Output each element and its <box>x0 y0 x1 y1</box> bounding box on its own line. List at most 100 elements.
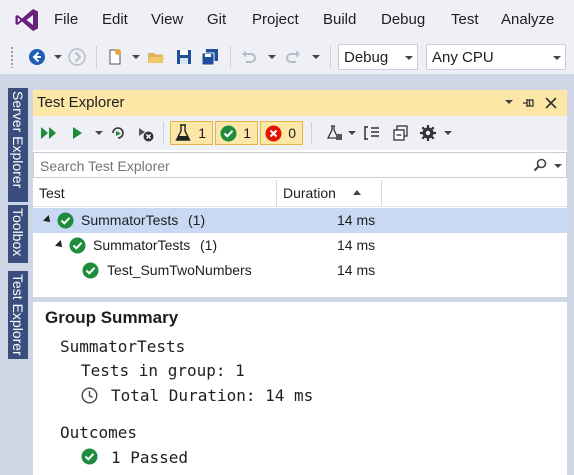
group-summary-pane: Group Summary SummatorTests Tests in gro… <box>33 302 567 475</box>
failed-tests-count: 0 <box>288 125 296 141</box>
expand-collapse-icon[interactable] <box>43 215 53 225</box>
total-tests-count: 1 <box>198 125 206 141</box>
tab-server-explorer[interactable]: Server Explorer <box>8 88 28 202</box>
undo-dropdown-icon[interactable] <box>268 55 276 59</box>
search-box[interactable] <box>33 152 567 178</box>
search-input[interactable] <box>38 155 522 177</box>
close-icon[interactable] <box>544 96 558 110</box>
column-header-test[interactable]: Test <box>33 180 277 206</box>
forward-icon[interactable] <box>68 48 86 66</box>
search-icon[interactable] <box>533 158 547 172</box>
repeat-last-run-icon[interactable] <box>109 124 127 142</box>
menu-file[interactable]: File <box>54 11 78 28</box>
tests-in-group: Tests in group: 1 <box>81 361 245 380</box>
toolbar-separator <box>163 122 164 144</box>
menu-debug[interactable]: Debug <box>381 11 425 28</box>
playlist-icon[interactable] <box>325 124 343 142</box>
chevron-down-icon <box>553 56 561 60</box>
playlist-dropdown-icon[interactable] <box>348 131 356 135</box>
sort-ascending-icon <box>353 190 361 195</box>
test-name: SummatorTests <box>93 237 191 253</box>
flask-icon <box>175 124 191 141</box>
pin-icon[interactable] <box>522 96 536 110</box>
toolbar-grip[interactable] <box>10 46 14 68</box>
run-dropdown-icon[interactable] <box>95 131 103 135</box>
tab-test-explorer[interactable]: Test Explorer <box>8 271 28 359</box>
toolbar-separator <box>330 46 331 68</box>
test-name: Test_SumTwoNumbers <box>107 262 252 278</box>
redo-dropdown-icon[interactable] <box>312 55 320 59</box>
passed-icon <box>57 212 74 229</box>
menu-bar: File Edit View Git Project Build Debug T… <box>0 0 574 40</box>
window-position-icon[interactable] <box>505 100 513 104</box>
new-item-dropdown-icon[interactable] <box>132 55 140 59</box>
side-tool-tabs: Server Explorer Toolbox Test Explorer <box>0 74 33 475</box>
menu-analyze[interactable]: Analyze <box>501 11 554 28</box>
column-headers: Test Duration <box>33 180 567 207</box>
back-dropdown-icon[interactable] <box>54 55 62 59</box>
tab-toolbox[interactable]: Toolbox <box>8 205 28 263</box>
menu-view[interactable]: View <box>151 11 183 28</box>
chevron-down-icon <box>405 56 413 60</box>
test-count: (1) <box>200 237 218 253</box>
menu-project[interactable]: Project <box>252 11 299 28</box>
test-tree-row[interactable]: Test_SumTwoNumbers 14 ms <box>33 258 567 283</box>
run-test-icon[interactable] <box>71 125 85 141</box>
solution-configuration-select[interactable]: Debug <box>338 44 418 70</box>
test-explorer-toolbar: 1 1 0 <box>33 116 567 150</box>
passed-icon <box>81 448 98 465</box>
column-header-duration-label: Duration <box>283 185 336 201</box>
test-duration: 14 ms <box>337 237 376 253</box>
settings-dropdown-icon[interactable] <box>444 131 452 135</box>
column-header-duration[interactable]: Duration <box>277 180 382 206</box>
passed-tests-count: 1 <box>243 125 251 141</box>
main-toolbar: Debug Any CPU <box>0 40 574 74</box>
passed-outcome: 1 Passed <box>111 448 189 467</box>
open-folder-icon[interactable] <box>147 48 165 66</box>
passed-tests-button[interactable]: 1 <box>215 121 258 145</box>
test-tree-row[interactable]: SummatorTests (1) 14 ms <box>33 208 567 233</box>
test-tree-row[interactable]: SummatorTests (1) 14 ms <box>33 233 567 258</box>
menu-edit[interactable]: Edit <box>102 11 128 28</box>
test-explorer-panel: Test Explorer 1 1 0 Search Test Explorer… <box>33 90 567 475</box>
group-summary-heading: Group Summary <box>45 308 179 327</box>
test-count: (1) <box>188 212 206 228</box>
panel-title-bar: Test Explorer <box>33 90 567 116</box>
menu-git[interactable]: Git <box>207 11 226 28</box>
passed-icon <box>82 262 99 279</box>
search-options-dropdown-icon[interactable] <box>554 164 562 168</box>
back-icon[interactable] <box>28 48 46 66</box>
total-duration: Total Duration: 14 ms <box>111 386 314 405</box>
collapse-all-icon[interactable] <box>392 124 410 142</box>
total-tests-button[interactable]: 1 <box>170 121 213 145</box>
visual-studio-logo-icon[interactable] <box>14 7 40 33</box>
save-icon[interactable] <box>175 48 193 66</box>
toolbar-separator <box>311 122 312 144</box>
new-item-icon[interactable] <box>106 48 124 66</box>
solution-platform-value: Any CPU <box>432 49 494 66</box>
cancel-run-icon[interactable] <box>137 125 155 143</box>
run-all-tests-icon[interactable] <box>39 125 59 141</box>
redo-icon[interactable] <box>284 48 302 66</box>
group-name: SummatorTests <box>60 337 186 356</box>
toolbar-separator <box>230 46 231 68</box>
undo-icon[interactable] <box>240 48 258 66</box>
passed-icon <box>69 237 86 254</box>
column-header-test-label: Test <box>39 185 65 201</box>
clock-icon <box>81 387 98 404</box>
panel-title: Test Explorer <box>37 94 125 111</box>
menu-test[interactable]: Test <box>451 11 479 28</box>
settings-gear-icon[interactable] <box>419 124 437 142</box>
failed-icon <box>265 125 282 142</box>
test-duration: 14 ms <box>337 262 376 278</box>
save-all-icon[interactable] <box>201 48 219 66</box>
solution-platform-select[interactable]: Any CPU <box>426 44 566 70</box>
test-name: SummatorTests <box>81 212 179 228</box>
group-by-icon[interactable] <box>363 124 381 142</box>
solution-configuration-value: Debug <box>344 49 389 66</box>
menu-build[interactable]: Build <box>323 11 356 28</box>
expand-collapse-icon[interactable] <box>55 240 65 250</box>
outcomes-label: Outcomes <box>60 423 138 442</box>
failed-tests-button[interactable]: 0 <box>260 121 303 145</box>
test-duration: 14 ms <box>337 212 376 228</box>
